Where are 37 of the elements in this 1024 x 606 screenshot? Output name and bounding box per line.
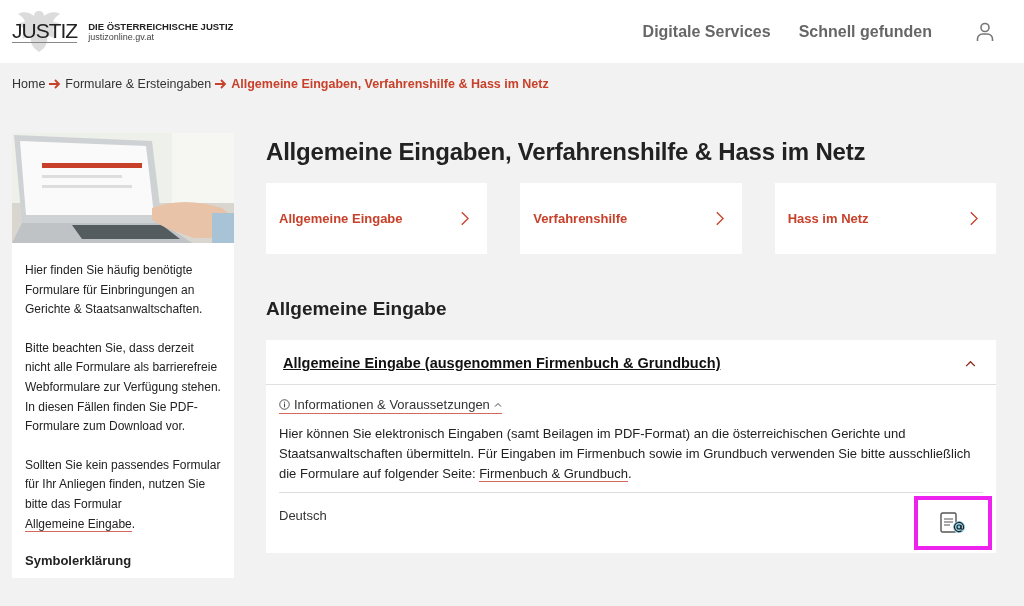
description-text: Hier können Sie elektronisch Eingaben (samt Beilagen im PDF-Format) an die österreichischen Gerichte und Staatsanwaltschaften übermitteln. Für Eingaben im Firmenbuch sowie im Grundbuch verwenden Sie bitte ausschließlich die Formulare auf folgender Seite: Firmenbuch & Grundbuch. <box>279 425 972 484</box>
link-card[interactable]: Hass im Netz <box>774 183 996 254</box>
page-title: Allgemeine Eingaben, Verfahrenshilfe & Hass im Netz <box>266 138 867 166</box>
arrow-icon <box>49 79 62 89</box>
arrow-icon <box>215 79 228 89</box>
site-domain: justizonline.gv.at <box>88 31 156 43</box>
breadcrumb-link[interactable]: Home <box>12 77 46 91</box>
link-card[interactable]: Allgemeine Eingabe <box>266 183 488 254</box>
user-icon[interactable] <box>976 21 994 42</box>
organization-name: DIE ÖSTERREICHISCHE JUSTIZ <box>88 20 234 32</box>
info-toggle[interactable]: Informationen & Voraussetzungen <box>279 397 502 414</box>
link-card[interactable]: Verfahrenshilfe <box>520 183 742 254</box>
link-card-label: Verfahrenshilfe <box>533 211 628 226</box>
section-heading: Allgemeine Eingabe <box>266 298 448 320</box>
accordion-header[interactable]: Allgemeine Eingabe (ausgenommen Firmenbuch & Grundbuch) <box>266 340 996 385</box>
info-icon <box>279 399 290 410</box>
language-label: Deutsch <box>279 507 327 523</box>
form-link[interactable]: Allgemeine Eingabe <box>25 516 132 532</box>
chevron-right-icon <box>969 211 978 226</box>
chevron-up-icon <box>493 402 502 407</box>
sidebar-paragraph: Sollten Sie kein passendes Formular für Ihr Anliegen finden, nutzen Sie bitte das Formular Allgemeine Eingabe. <box>25 456 222 534</box>
nav-link[interactable]: Digitale Services <box>642 22 771 41</box>
breadcrumb-link[interactable]: Allgemeine Eingaben, Verfahrenshilfe & Hass im Netz <box>231 77 549 91</box>
link-card-label: Allgemeine Eingabe <box>279 211 403 226</box>
chevron-up-icon <box>965 359 976 367</box>
nav-link[interactable]: Schnell gefunden <box>798 22 932 41</box>
accordion-title: Allgemeine Eingabe (ausgenommen Firmenbuch & Grundbuch) <box>283 355 721 371</box>
sidebar-paragraph: Hier finden Sie häufig benötigte Formulare für Einbringungen an Gerichte & Staatsanwaltschaften. <box>25 262 204 319</box>
firmenbuch-link[interactable]: Firmenbuch & Grundbuch <box>479 466 629 482</box>
breadcrumb-link[interactable]: Formulare & Ersteingaben <box>65 77 212 91</box>
chevron-right-icon <box>460 211 470 226</box>
legend-heading: Symbolerklärung <box>25 553 133 569</box>
logo-wordmark[interactable]: JUSTIZ <box>12 20 78 43</box>
link-card-label: Hass im Netz <box>787 211 869 226</box>
sidebar-paragraph: Bitte beachten Sie, dass derzeit nicht alle Formulare als barrierefreie Webformulare zur Verfügung stehen. In diesen Fällen finden Sie PDF-Formulare zum Download vor. <box>25 339 222 436</box>
chevron-right-icon <box>714 211 724 226</box>
email-form-icon[interactable] <box>940 512 966 534</box>
